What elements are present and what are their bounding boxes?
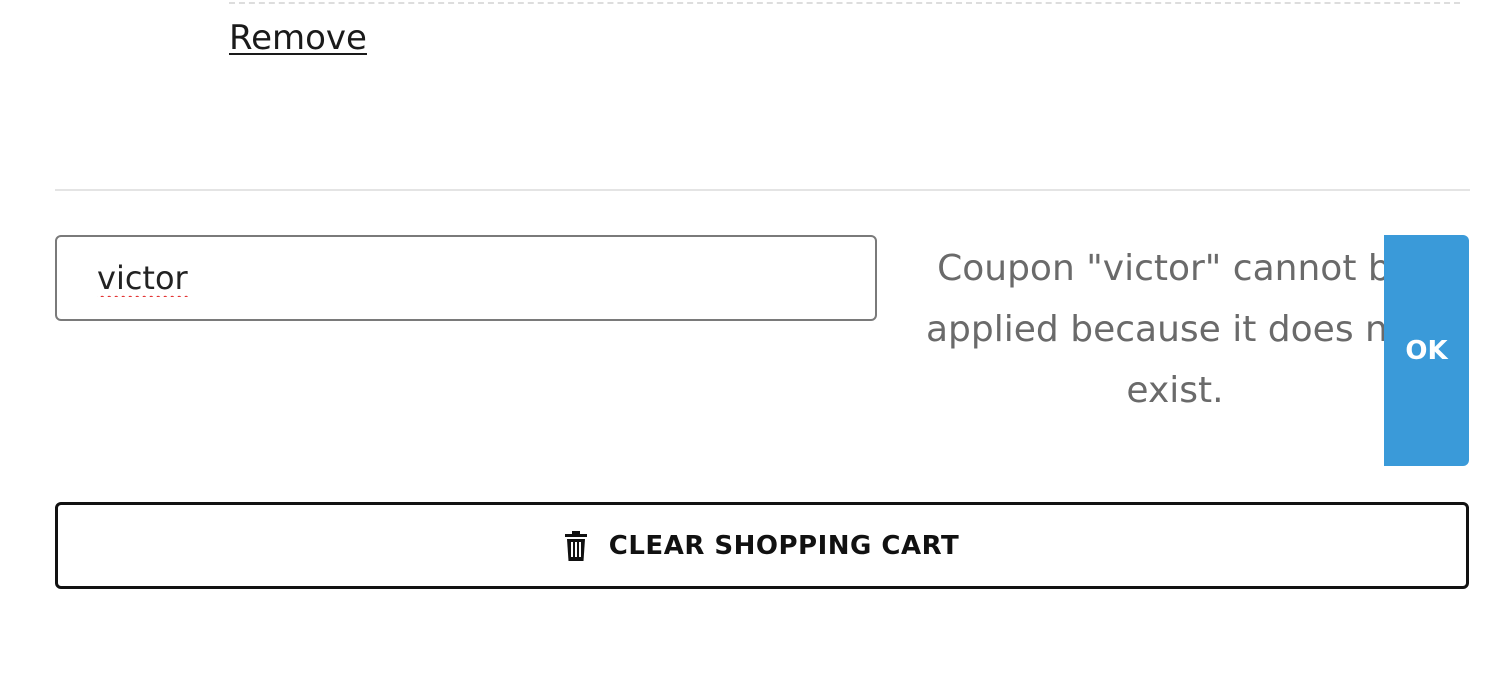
remove-item-link[interactable]: Remove <box>229 18 367 58</box>
item-dashed-divider <box>229 2 1460 4</box>
clear-shopping-cart-button[interactable]: CLEAR SHOPPING CART <box>55 502 1469 589</box>
cart-page: Remove Coupon "victor" cannot be applied… <box>0 0 1500 693</box>
trash-icon <box>564 530 591 561</box>
section-divider <box>55 189 1470 191</box>
coupon-code-input[interactable] <box>55 235 877 321</box>
coupon-ok-button[interactable]: OK <box>1384 235 1469 466</box>
coupon-error-message: Coupon "victor" cannot be applied becaus… <box>926 248 1424 411</box>
clear-cart-label: CLEAR SHOPPING CART <box>608 530 960 561</box>
